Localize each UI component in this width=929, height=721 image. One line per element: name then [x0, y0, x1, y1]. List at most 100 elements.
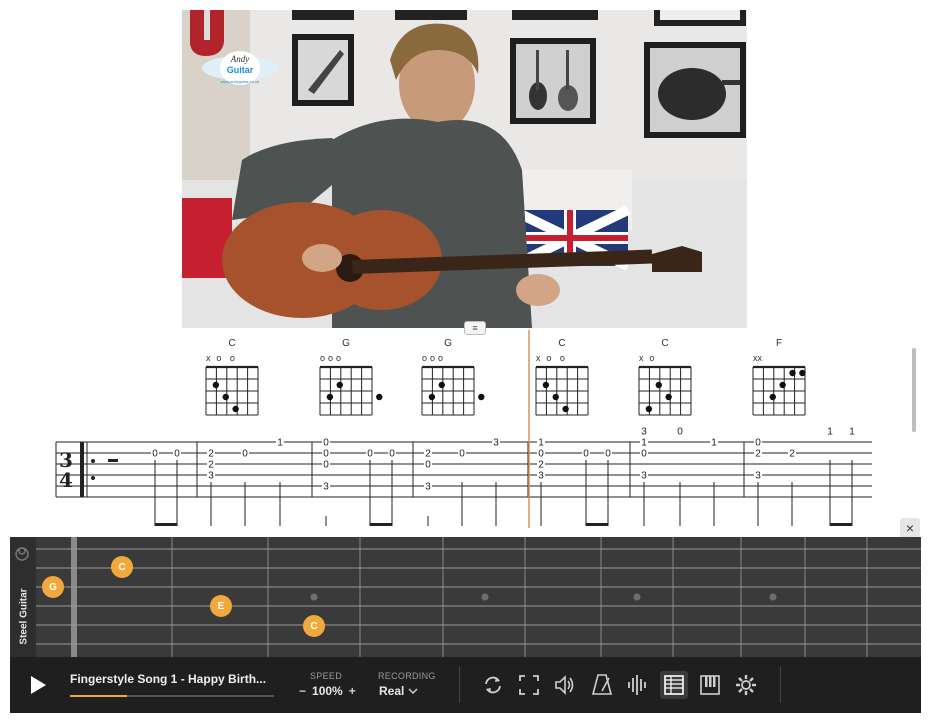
chord-name: G: [444, 338, 452, 349]
chord-name: C: [228, 338, 235, 349]
progress-track[interactable]: [70, 695, 274, 697]
chord-name: G: [342, 338, 350, 349]
audio-waveform-button[interactable]: [624, 671, 652, 699]
recording-select[interactable]: Real: [379, 684, 418, 698]
fret-marker-g[interactable]: G: [42, 576, 64, 598]
fret-marker-e[interactable]: E: [210, 595, 232, 617]
player-control-bar: Fingerstyle Song 1 - Happy Birth... SPEE…: [10, 657, 921, 713]
tab-view-icon: [664, 675, 684, 695]
speed-increase-button[interactable]: +: [349, 684, 356, 698]
tab-note: 0: [174, 449, 180, 460]
logo-text: Andy: [230, 54, 250, 64]
chord-open-strings: ooo: [320, 353, 344, 363]
progress-fill: [70, 695, 128, 697]
tab-note: 1: [538, 438, 544, 449]
chord-open-strings: ooo: [422, 353, 446, 363]
tab-note: 2: [425, 449, 431, 460]
tab-note: 0: [605, 449, 611, 460]
tab-note: 0: [641, 449, 647, 460]
tab-note: 0: [755, 438, 761, 449]
tab-note: 2: [208, 460, 214, 471]
tab-note: 0: [538, 449, 544, 460]
settings-button[interactable]: [732, 671, 760, 699]
tab-note: 3: [641, 427, 647, 438]
tab-note: 3: [538, 471, 544, 482]
tab-note: 3: [493, 438, 499, 449]
recording-label: RECORDING: [378, 671, 436, 681]
metronome-icon: [591, 674, 613, 695]
tab-note: 3: [208, 471, 214, 482]
tab-note: 0: [389, 449, 395, 460]
instrument-label: Steel Guitar: [18, 588, 30, 645]
chord-diagram: Cx o o: [205, 338, 259, 416]
speed-label: SPEED: [310, 671, 343, 681]
loop-button[interactable]: [479, 671, 507, 699]
chord-mutes: xx: [753, 353, 763, 363]
piano-icon: [700, 675, 720, 695]
speed-decrease-button[interactable]: −: [299, 684, 306, 698]
metronome-button[interactable]: [588, 671, 616, 699]
tab-note: 0: [152, 449, 158, 460]
tab-notes: 0 0 22301 00030 0 20303 10230 0310301 02321 1: [151, 426, 856, 493]
chord-diagram: Cx o: [638, 338, 692, 416]
tab-note: 0: [425, 460, 431, 471]
tab-note: 2: [538, 460, 544, 471]
video-frame: Andy Guitar www.andyguitar.co.uk: [182, 10, 747, 328]
chevron-down-icon: [408, 688, 418, 695]
tab-note: 3: [641, 471, 647, 482]
tab-note: 0: [583, 449, 589, 460]
tab-note: 2: [755, 449, 761, 460]
chord-diagram: Gooo: [421, 338, 485, 416]
tab-note: 0: [323, 460, 329, 471]
fret-marker-c[interactable]: C: [111, 556, 133, 578]
chord-diagram: Gooo: [319, 338, 383, 416]
time-sig-bottom: 4: [59, 468, 73, 492]
speed-control: − 100% +: [299, 684, 356, 698]
chord-diagram: Cx o o: [535, 338, 589, 416]
tab-note: 0: [323, 438, 329, 449]
tab-note: 1: [641, 438, 647, 449]
volume-button[interactable]: [551, 671, 579, 699]
logo-text-2: Guitar: [227, 65, 254, 75]
fretboard-graphic: [10, 537, 921, 657]
fullscreen-icon: [519, 675, 539, 695]
tab-view-button[interactable]: [660, 671, 688, 699]
waveform-icon: [628, 675, 646, 695]
fullscreen-button[interactable]: [515, 671, 543, 699]
chord-diagram: Fxx: [752, 338, 806, 416]
tab-note: 1: [827, 427, 833, 438]
chord-mutes: x: [639, 353, 644, 363]
vertical-scrollbar[interactable]: [912, 348, 916, 432]
chord-name: C: [661, 338, 668, 349]
chord-open-strings: o o: [216, 353, 238, 363]
fret-marker-c-2[interactable]: C: [303, 615, 325, 637]
chord-open-strings: o o: [546, 353, 568, 363]
notation-panel: Cx o oGoooGoooCx o oCx oFxx 3 4 0 0 22301 000: [55, 330, 872, 528]
tab-note: 1: [849, 427, 855, 438]
tab-note: 0: [367, 449, 373, 460]
piano-view-button[interactable]: [696, 671, 724, 699]
fretboard-panel[interactable]: Steel Guitar G C E C: [10, 537, 921, 657]
divider: [459, 667, 460, 703]
tab-note: 3: [755, 471, 761, 482]
close-icon: ×: [905, 520, 915, 536]
tab-note: 0: [242, 449, 248, 460]
tab-note: 0: [323, 449, 329, 460]
play-button[interactable]: [24, 671, 52, 699]
video-player[interactable]: Andy Guitar www.andyguitar.co.uk: [182, 10, 747, 328]
tab-note: 2: [208, 449, 214, 460]
chord-open-strings: o: [649, 353, 657, 363]
close-button[interactable]: ×: [900, 518, 920, 538]
tab-note: 3: [323, 482, 329, 493]
chord-mutes: x: [536, 353, 541, 363]
tab-note: 1: [711, 438, 717, 449]
tab-note: 2: [789, 449, 795, 460]
loop-icon: [485, 676, 501, 694]
volume-icon: [555, 675, 574, 695]
gear-icon: [736, 675, 756, 695]
song-title[interactable]: Fingerstyle Song 1 - Happy Birth...: [70, 672, 280, 686]
tab-note: 1: [277, 438, 283, 449]
speed-value: 100%: [312, 684, 343, 698]
chord-mutes: x: [206, 353, 211, 363]
chord-name: C: [558, 338, 565, 349]
